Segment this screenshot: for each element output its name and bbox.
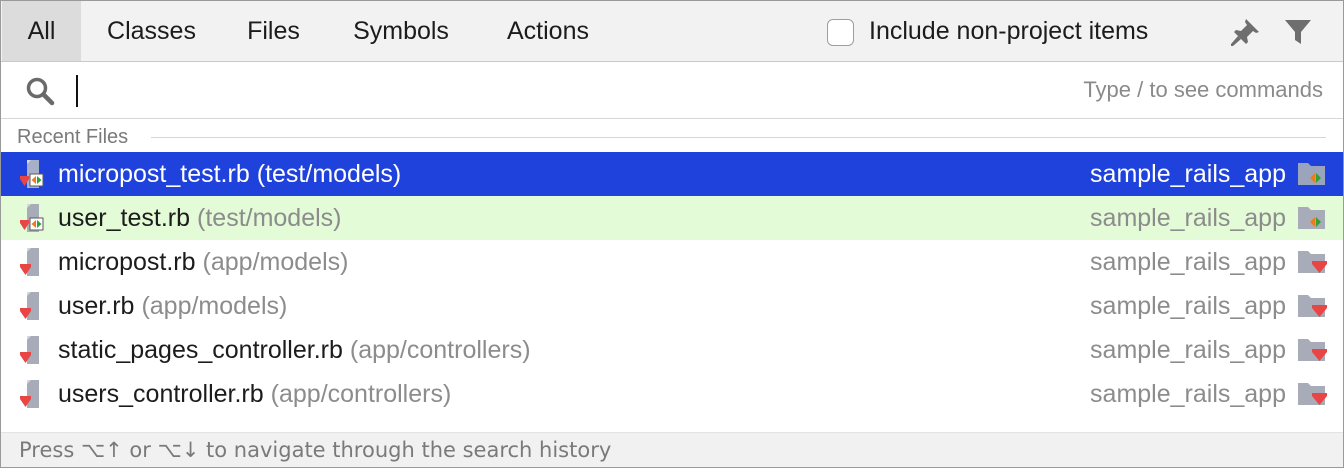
ruby-file-icon (20, 292, 39, 320)
include-non-project-label[interactable]: Include non-project items (869, 1, 1148, 61)
search-input[interactable] (81, 70, 981, 110)
file-name: user.rb (58, 292, 135, 320)
tab-all[interactable]: All (2, 1, 81, 61)
results-list: micropost_test.rb (test/models) sample_ra… (1, 152, 1343, 416)
status-bar: Press ⌥↑ or ⌥↓ to navigate through the s… (1, 432, 1343, 467)
list-item[interactable]: users_controller.rb (app/controllers) sam… (1, 372, 1343, 416)
project-name: sample_rails_app (1090, 292, 1286, 320)
list-item[interactable]: user.rb (app/models) sample_rails_app (1, 284, 1343, 328)
list-item[interactable]: micropost.rb (app/models) sample_rails_ap… (1, 240, 1343, 284)
project-name: sample_rails_app (1090, 336, 1286, 364)
file-path: (app/controllers) (270, 380, 452, 408)
project-name: sample_rails_app (1090, 380, 1286, 408)
file-path: (app/models) (202, 248, 349, 276)
section-title: Recent Files (17, 125, 139, 149)
file-name: micropost.rb (58, 248, 196, 276)
file-name: user_test.rb (58, 204, 191, 232)
test-folder-icon (1298, 163, 1325, 185)
test-folder-icon (1298, 207, 1325, 229)
tab-bar: All Classes Files Symbols Actions Includ… (1, 1, 1343, 62)
file-path: (app/models) (141, 292, 288, 320)
tab-classes[interactable]: Classes (81, 1, 222, 61)
ruby-file-icon (20, 336, 39, 364)
project-name: sample_rails_app (1090, 204, 1286, 232)
file-name: micropost_test.rb (58, 160, 250, 188)
list-item[interactable]: static_pages_controller.rb (app/controlle… (1, 328, 1343, 372)
file-name: static_pages_controller.rb (58, 336, 343, 364)
tab-symbols[interactable]: Symbols (325, 1, 477, 61)
ruby-file-icon (20, 248, 39, 276)
search-icon (26, 77, 55, 106)
file-name: users_controller.rb (58, 380, 264, 408)
ruby-test-file-icon (20, 160, 44, 188)
search-hint: Type / to see commands (1083, 77, 1323, 102)
search-bar: Type / to see commands (1, 62, 1343, 119)
text-caret (76, 75, 78, 107)
navigation-hint: Press ⌥↑ or ⌥↓ to navigate through the s… (19, 438, 612, 462)
filter-icon[interactable] (1283, 18, 1313, 46)
project-name: sample_rails_app (1090, 248, 1286, 276)
file-path: (app/controllers) (349, 336, 531, 364)
file-path: (test/models) (256, 160, 402, 188)
pin-icon[interactable] (1229, 17, 1261, 47)
ruby-folder-icon (1298, 383, 1327, 405)
project-name: sample_rails_app (1090, 160, 1286, 188)
tab-actions[interactable]: Actions (477, 1, 619, 61)
ruby-folder-icon (1298, 295, 1327, 317)
list-item[interactable]: user_test.rb (test/models) sample_rails_a… (1, 196, 1343, 240)
tab-files[interactable]: Files (222, 1, 325, 61)
ruby-test-file-icon (20, 204, 44, 232)
section-divider (151, 137, 1326, 138)
file-path: (test/models) (197, 204, 342, 232)
ruby-file-icon (20, 380, 39, 408)
list-item[interactable]: micropost_test.rb (test/models) sample_ra… (1, 152, 1343, 196)
search-everywhere-popup: All Classes Files Symbols Actions Includ… (0, 0, 1344, 468)
include-non-project-checkbox[interactable] (827, 19, 854, 46)
ruby-folder-icon (1298, 251, 1327, 273)
ruby-folder-icon (1298, 339, 1327, 361)
